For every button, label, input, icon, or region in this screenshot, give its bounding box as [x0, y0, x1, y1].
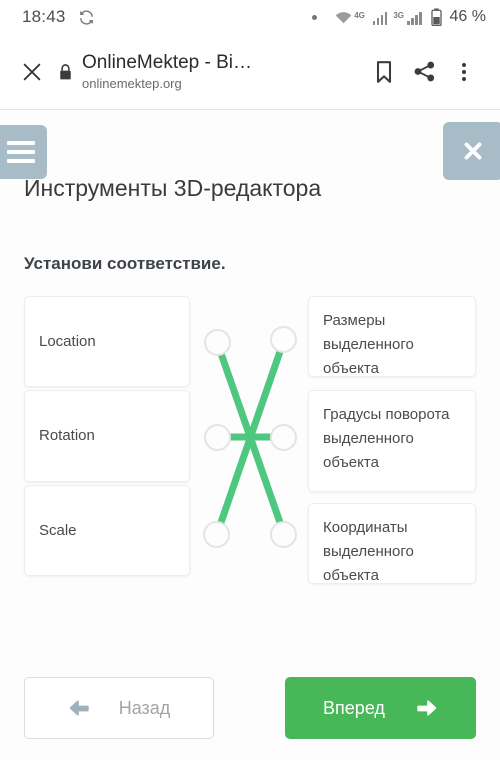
quiz-topbar: [0, 110, 500, 182]
dot-indicator-icon: [312, 14, 318, 20]
battery-icon: [430, 8, 442, 26]
sim2-network-group: 3G: [392, 10, 422, 25]
match-node-left-0[interactable]: [204, 329, 231, 356]
quiz-close-icon[interactable]: [443, 122, 500, 180]
status-left-icons: [78, 9, 95, 26]
match-right-card[interactable]: Координаты выделенного объекта: [308, 503, 476, 584]
close-icon[interactable]: [12, 52, 52, 92]
match-right-card[interactable]: Градусы поворота выделенного объекта: [308, 390, 476, 492]
quiz-title: Инструменты 3D-редактора: [24, 175, 322, 201]
sim2-network-label: 3G: [393, 10, 405, 20]
status-right-icons: 4G 3G 46 %: [312, 8, 486, 26]
match-node-left-1[interactable]: [204, 424, 231, 451]
signal-bars-icon-2: [407, 10, 422, 25]
sync-icon: [78, 9, 95, 26]
hamburger-menu-icon[interactable]: [0, 125, 47, 179]
signal-bars-icon-1: [372, 10, 388, 25]
match-left-label: Rotation: [39, 427, 95, 444]
match-left-card[interactable]: Scale: [24, 485, 190, 576]
page-title: OnlineMektep - Bi…: [82, 51, 253, 73]
match-right-label: Координаты выделенного объекта: [323, 519, 414, 584]
match-right-label: Размеры выделенного объекта: [323, 312, 414, 377]
page-url: onlinemektep.org: [82, 75, 182, 91]
next-button[interactable]: Вперед: [285, 677, 476, 739]
back-button-label: Назад: [118, 697, 171, 718]
quiz-instruction: Установи соответствие.: [24, 254, 226, 273]
match-node-left-2[interactable]: [203, 521, 230, 548]
match-node-right-0[interactable]: [270, 326, 297, 353]
share-icon[interactable]: [404, 52, 444, 92]
match-right-label: Градусы поворота выделенного объекта: [323, 406, 450, 471]
match-area: Location Rotation Scale Размеры выделенн…: [0, 296, 500, 586]
back-button[interactable]: Назад: [24, 677, 214, 739]
wifi-network-label: 4G: [354, 10, 365, 20]
quiz-footer: Назад Вперед: [0, 677, 500, 741]
match-node-right-2[interactable]: [270, 521, 297, 548]
match-right-card[interactable]: Размеры выделенного объекта: [308, 296, 476, 377]
browser-actions: [364, 52, 484, 92]
match-left-card[interactable]: Location: [24, 296, 190, 387]
match-left-column: Location Rotation Scale: [24, 296, 190, 579]
match-connector-layer: [190, 296, 310, 586]
browser-title-block[interactable]: OnlineMektep - Bi… onlinemektep.org: [82, 52, 364, 92]
next-button-label: Вперед: [323, 697, 385, 718]
bookmark-icon[interactable]: [364, 52, 404, 92]
lock-icon: [52, 63, 78, 81]
arrow-left-icon: [68, 699, 91, 717]
status-time: 18:43: [22, 7, 66, 26]
battery-percent: 46 %: [449, 8, 486, 25]
status-bar: 18:43 4G 3G 46 %: [0, 0, 500, 34]
arrow-right-icon: [415, 699, 438, 717]
match-node-right-1[interactable]: [270, 424, 297, 451]
match-left-card[interactable]: Rotation: [24, 390, 190, 482]
overflow-menu-icon[interactable]: [444, 52, 484, 92]
match-left-label: Scale: [39, 521, 77, 539]
match-right-column: Размеры выделенного объекта Градусы пово…: [308, 296, 476, 584]
match-left-label: Location: [39, 332, 96, 350]
wifi-icon: 4G: [334, 10, 365, 25]
browser-toolbar: OnlineMektep - Bi… onlinemektep.org: [0, 34, 500, 110]
quiz-page: Инструменты 3D-редактора Установи соотве…: [0, 110, 500, 759]
